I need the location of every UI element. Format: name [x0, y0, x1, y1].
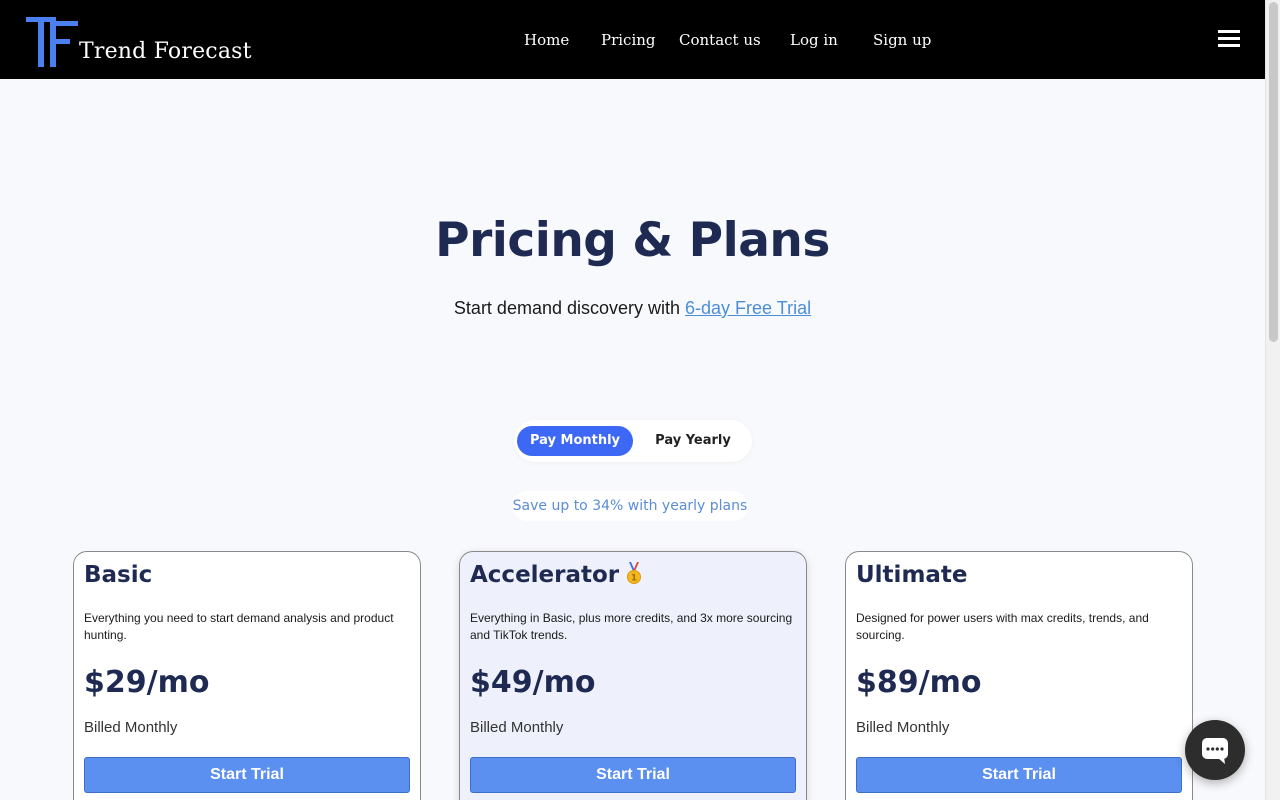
- plan-description: Everything in Basic, plus more credits, …: [470, 611, 793, 642]
- nav-sign-up[interactable]: Sign up: [873, 31, 931, 49]
- hamburger-icon[interactable]: [1218, 30, 1240, 49]
- plan-price: $89/mo: [856, 665, 982, 700]
- plan-price: $29/mo: [84, 665, 210, 700]
- plan-card-accelerator: Accelerator 1 Everything in Basic, plus …: [459, 551, 807, 800]
- nav-pricing[interactable]: Pricing: [601, 31, 656, 49]
- start-trial-button-ultimate[interactable]: Start Trial: [856, 757, 1182, 793]
- plan-name: Ultimate: [856, 562, 968, 588]
- brand-logo[interactable]: Trend Forecast: [26, 17, 256, 67]
- start-trial-button-accelerator[interactable]: Start Trial: [470, 757, 796, 793]
- nav-log-in[interactable]: Log in: [790, 31, 838, 49]
- free-trial-link[interactable]: 6-day Free Trial: [685, 298, 811, 318]
- plan-description: Everything you need to start demand anal…: [84, 611, 394, 642]
- plan-description: Designed for power users with max credit…: [856, 611, 1149, 642]
- scrollbar-thumb[interactable]: [1269, 2, 1278, 342]
- billing-toggle: Pay Monthly Pay Yearly: [514, 420, 752, 462]
- chat-icon: [1202, 738, 1228, 764]
- plan-card-basic: Basic Everything you need to start deman…: [73, 551, 421, 800]
- nav-contact-us[interactable]: Contact us: [679, 31, 761, 49]
- hero-subtitle-text: Start demand discovery with: [453, 298, 686, 318]
- page-scrollbar[interactable]: [1265, 0, 1280, 800]
- plan-price: $49/mo: [470, 665, 596, 700]
- plan-billing: Billed Monthly: [856, 719, 950, 736]
- savings-note: Save up to 34% with yearly plans: [512, 491, 748, 521]
- pay-monthly-button[interactable]: Pay Monthly: [517, 426, 633, 456]
- plan-card-ultimate: Ultimate Designed for power users with m…: [845, 551, 1193, 800]
- svg-text:1: 1: [631, 574, 637, 584]
- gold-medal-icon: 1: [627, 562, 642, 584]
- logo-mark-icon: [26, 17, 78, 67]
- plan-title-row: Accelerator 1: [470, 562, 643, 588]
- plan-billing: Billed Monthly: [470, 719, 564, 736]
- hero-subtitle: Start demand discovery with 6-day Free T…: [0, 298, 1265, 319]
- page-title: Pricing & Plans: [435, 213, 830, 268]
- top-navbar: Trend Forecast Home Pricing Contact us L…: [0, 0, 1265, 79]
- start-trial-button-basic[interactable]: Start Trial: [84, 757, 410, 793]
- nav-home[interactable]: Home: [524, 31, 569, 49]
- brand-name: Trend Forecast: [79, 39, 252, 64]
- plan-name: Basic: [84, 562, 153, 588]
- chat-launcher-button[interactable]: [1185, 720, 1245, 780]
- plan-name: Accelerator: [470, 562, 620, 588]
- pay-yearly-button[interactable]: Pay Yearly: [638, 426, 748, 456]
- plan-billing: Billed Monthly: [84, 719, 178, 736]
